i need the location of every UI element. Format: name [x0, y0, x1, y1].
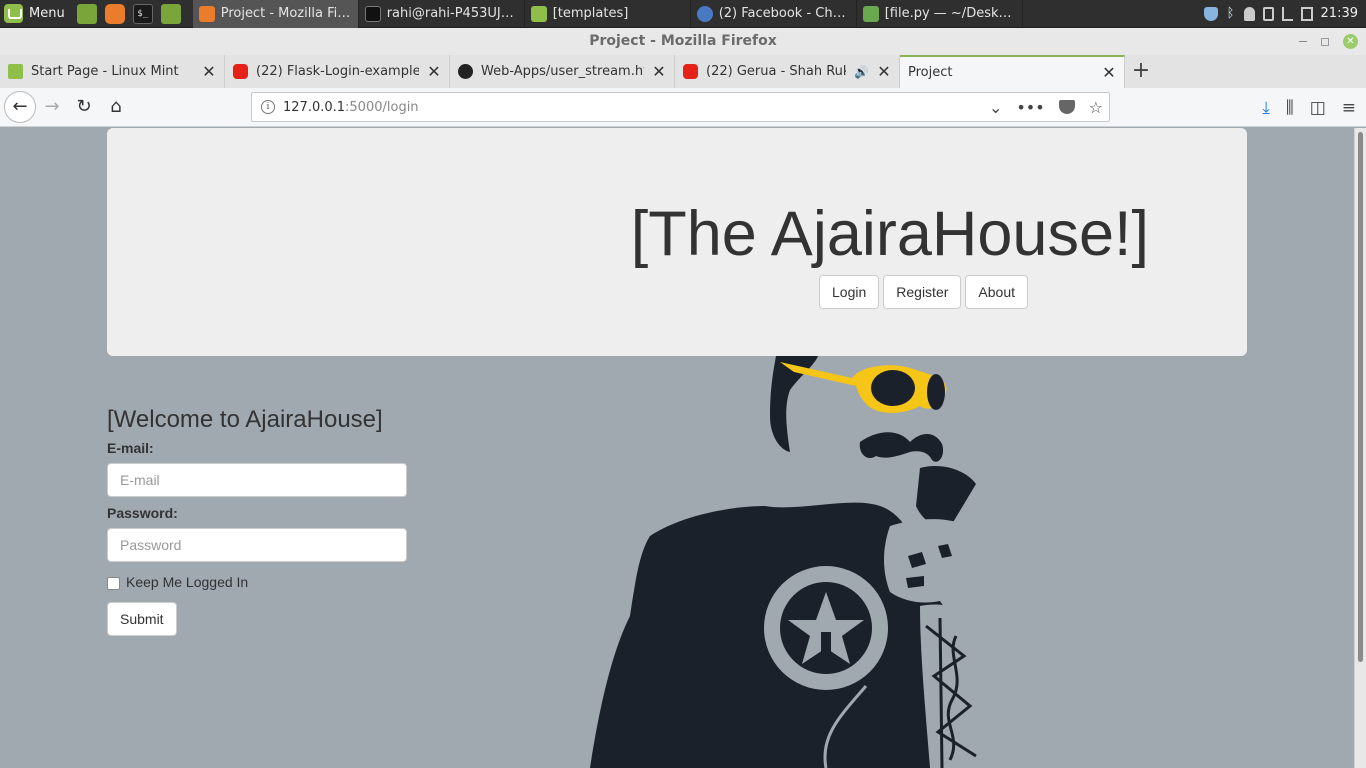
navigation-toolbar: ← → ↻ ⌂ i 127.0.0.1 :5000/login ⌄ ••• ☆ …	[0, 88, 1366, 127]
site-info-icon[interactable]: i	[261, 100, 275, 114]
browser-tab-strip: Start Page - Linux Mint ✕ (22) Flask-Log…	[0, 55, 1366, 88]
task-firefox[interactable]: Project - Mozilla Firef...	[192, 0, 359, 28]
update-shield-icon[interactable]	[1203, 6, 1218, 21]
task-label: [templates]	[552, 6, 629, 21]
remember-me-label[interactable]: Keep Me Logged In	[126, 574, 248, 590]
register-button[interactable]: Register	[883, 275, 962, 309]
tab-label: Project	[908, 65, 953, 80]
clock[interactable]: 21:39	[1321, 6, 1358, 21]
task-label: [file.py — ~/Desktop/...	[884, 6, 1016, 21]
login-button[interactable]: Login	[819, 275, 880, 309]
files-launcher-icon[interactable]	[160, 3, 181, 24]
task-terminal[interactable]: rahi@rahi-P453UJ: ~/...	[359, 0, 525, 28]
start-menu-label: Menu	[29, 6, 65, 21]
minimize-button[interactable]	[1299, 41, 1307, 42]
task-editor[interactable]: [file.py — ~/Desktop/...	[857, 0, 1023, 28]
library-icon[interactable]: ⫼	[1286, 98, 1294, 118]
bluetooth-icon[interactable]: ᛒ	[1226, 6, 1236, 21]
remember-me-row: Keep Me Logged In	[107, 574, 407, 590]
download-icon[interactable]: ⤓	[1262, 98, 1270, 118]
text-editor-icon	[862, 5, 879, 22]
youtube-icon	[233, 64, 248, 79]
remember-me-checkbox[interactable]	[107, 577, 120, 590]
login-form: [Welcome to AjairaHouse] E-mail: Passwor…	[107, 406, 407, 636]
close-tab-icon[interactable]: ✕	[1102, 63, 1116, 82]
speaker-icon[interactable]: 🔊	[854, 65, 869, 79]
scrollbar-thumb[interactable]	[1358, 132, 1363, 662]
github-icon	[458, 64, 473, 79]
page-scrollbar[interactable]	[1354, 128, 1366, 768]
close-tab-icon[interactable]: ✕	[202, 62, 216, 81]
task-label: Project - Mozilla Firef...	[220, 6, 352, 21]
window-list: Project - Mozilla Firef... rahi@rahi-P45…	[192, 0, 1023, 28]
address-bar[interactable]: i 127.0.0.1 :5000/login ⌄ ••• ☆	[251, 92, 1110, 122]
form-heading: [Welcome to AjairaHouse]	[107, 406, 383, 433]
window-title-bar[interactable]: Project - Mozilla Firefox ✕	[0, 28, 1366, 55]
show-desktop-icon[interactable]	[76, 3, 97, 24]
start-menu-button[interactable]: Menu	[0, 0, 73, 28]
task-label: rahi@rahi-P453UJ: ~/...	[386, 6, 518, 21]
tab-label: Web-Apps/user_stream.html	[481, 64, 644, 79]
back-button[interactable]: ←	[4, 91, 36, 123]
os-taskbar: Menu $_ Project - Mozilla Firef... rahi@…	[0, 0, 1366, 28]
url-dropdown-icon[interactable]: ⌄	[989, 98, 1002, 117]
clipboard-icon[interactable]	[1262, 6, 1274, 21]
tab-flask-login[interactable]: (22) Flask-Login-example (Log ✕	[225, 55, 450, 88]
reload-button[interactable]: ↻	[68, 91, 100, 123]
home-button[interactable]: ⌂	[100, 91, 132, 123]
firefox-launcher-icon[interactable]	[104, 3, 125, 24]
close-tab-icon[interactable]: ✕	[427, 62, 441, 81]
submit-button[interactable]: Submit	[107, 602, 177, 636]
email-input[interactable]	[107, 463, 407, 497]
site-title: [The AjairaHouse!]	[630, 199, 1149, 269]
maximize-button[interactable]	[1321, 37, 1329, 46]
youtube-icon	[683, 64, 698, 79]
chrome-icon	[696, 5, 713, 22]
tab-start-page[interactable]: Start Page - Linux Mint ✕	[0, 55, 225, 88]
tab-gerua[interactable]: (22) Gerua - Shah Rukh Kh 🔊 ✕	[675, 55, 900, 88]
terminal-icon	[364, 5, 381, 22]
terminal-launcher-icon[interactable]: $_	[132, 3, 153, 24]
task-chrome[interactable]: (2) Facebook - Chrom...	[691, 0, 857, 28]
tab-label: (22) Flask-Login-example (Log	[256, 64, 419, 79]
system-tray: ᛒ 21:39	[1203, 6, 1366, 21]
close-tab-icon[interactable]: ✕	[652, 62, 666, 81]
url-host: 127.0.0.1	[283, 99, 346, 115]
window-title: Project - Mozilla Firefox	[589, 33, 777, 49]
pocket-icon[interactable]	[1058, 100, 1075, 114]
url-path: :5000/login	[345, 99, 419, 115]
about-button[interactable]: About	[965, 275, 1028, 309]
user-icon[interactable]	[1243, 6, 1255, 21]
folder-icon	[530, 5, 547, 22]
tab-label: (22) Gerua - Shah Rukh Kh	[706, 64, 846, 79]
linux-mint-icon	[4, 4, 23, 23]
email-label: E-mail:	[107, 440, 154, 456]
task-folder[interactable]: [templates]	[525, 0, 691, 28]
password-label: Password:	[107, 505, 178, 521]
tab-github[interactable]: Web-Apps/user_stream.html ✕	[450, 55, 675, 88]
close-tab-icon[interactable]: ✕	[877, 62, 891, 81]
header-jumbotron: [The AjairaHouse!] Login Register About	[107, 128, 1247, 356]
battery-icon[interactable]	[1300, 6, 1313, 21]
page-viewport: [The AjairaHouse!] Login Register About	[0, 128, 1354, 768]
close-window-button[interactable]: ✕	[1343, 34, 1358, 49]
firefox-icon	[198, 5, 215, 22]
network-icon[interactable]	[1281, 6, 1293, 21]
forward-button[interactable]: →	[36, 91, 68, 123]
mint-icon	[8, 64, 23, 79]
tab-project[interactable]: Project ✕	[900, 55, 1125, 88]
tab-label: Start Page - Linux Mint	[31, 64, 179, 79]
hamburger-menu-icon[interactable]: ≡	[1342, 98, 1356, 118]
new-tab-button[interactable]: +	[1125, 55, 1157, 88]
task-label: (2) Facebook - Chrom...	[718, 6, 850, 21]
sidebar-icon[interactable]: ◫	[1310, 98, 1326, 118]
hipster-silhouette-illustration	[590, 356, 998, 768]
bookmark-star-icon[interactable]: ☆	[1089, 98, 1103, 117]
page-actions-icon[interactable]: •••	[1016, 98, 1044, 117]
password-input[interactable]	[107, 528, 407, 562]
site-nav: Login Register About	[819, 275, 1028, 309]
